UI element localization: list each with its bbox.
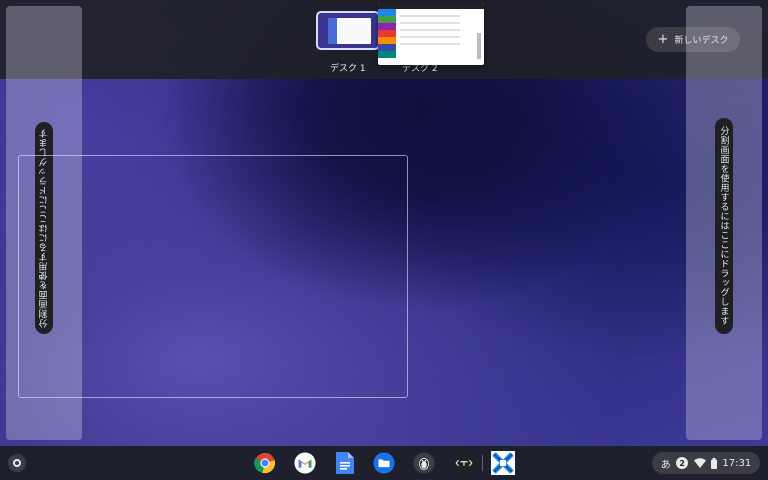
ime-indicator: あ [660, 459, 671, 471]
text-editor-icon [453, 452, 475, 474]
chrome-app[interactable] [253, 451, 277, 475]
linux-terminal-app[interactable] [412, 451, 436, 475]
gmail-icon [294, 452, 316, 474]
gmail-app[interactable] [293, 451, 317, 475]
status-tray[interactable]: あ 2 17:31 [652, 452, 760, 474]
window-sidebar [378, 9, 396, 65]
chrome-icon [254, 452, 276, 474]
shelf: あ 2 17:31 [0, 446, 768, 480]
desk-1-thumbnail[interactable] [316, 11, 380, 50]
pinned-app-x[interactable] [491, 451, 515, 475]
files-icon [373, 452, 395, 474]
desk-1-label: デスク 1 [330, 64, 366, 74]
text-editor-app[interactable] [452, 451, 476, 475]
battery-icon [710, 457, 717, 469]
window-scrollbar [477, 33, 481, 59]
docs-app[interactable] [333, 451, 357, 475]
linux-penguin-icon [413, 452, 435, 474]
files-app[interactable] [372, 451, 396, 475]
docs-icon [336, 452, 354, 474]
split-preview-outline [18, 155, 408, 398]
wifi-icon [693, 458, 706, 468]
launcher-icon [13, 459, 21, 467]
dragged-window-preview[interactable] [378, 3, 484, 65]
notification-badge: 2 [676, 457, 689, 469]
plus-icon: + [657, 32, 669, 47]
window-content [400, 15, 460, 50]
clock: 17:31 [722, 457, 752, 469]
desk-bar: デスク 1 デスク 2 + 新しいデスク [0, 0, 768, 79]
right-split-drop-zone[interactable]: 分割画面を使用するにはここにドラッグします [686, 6, 762, 440]
launcher-button[interactable] [8, 454, 26, 472]
shelf-divider [482, 455, 483, 471]
mini-window-preview [328, 18, 371, 44]
right-split-hint: 分割画面を使用するにはここにドラッグします [715, 118, 733, 334]
app-x-icon [491, 451, 515, 475]
